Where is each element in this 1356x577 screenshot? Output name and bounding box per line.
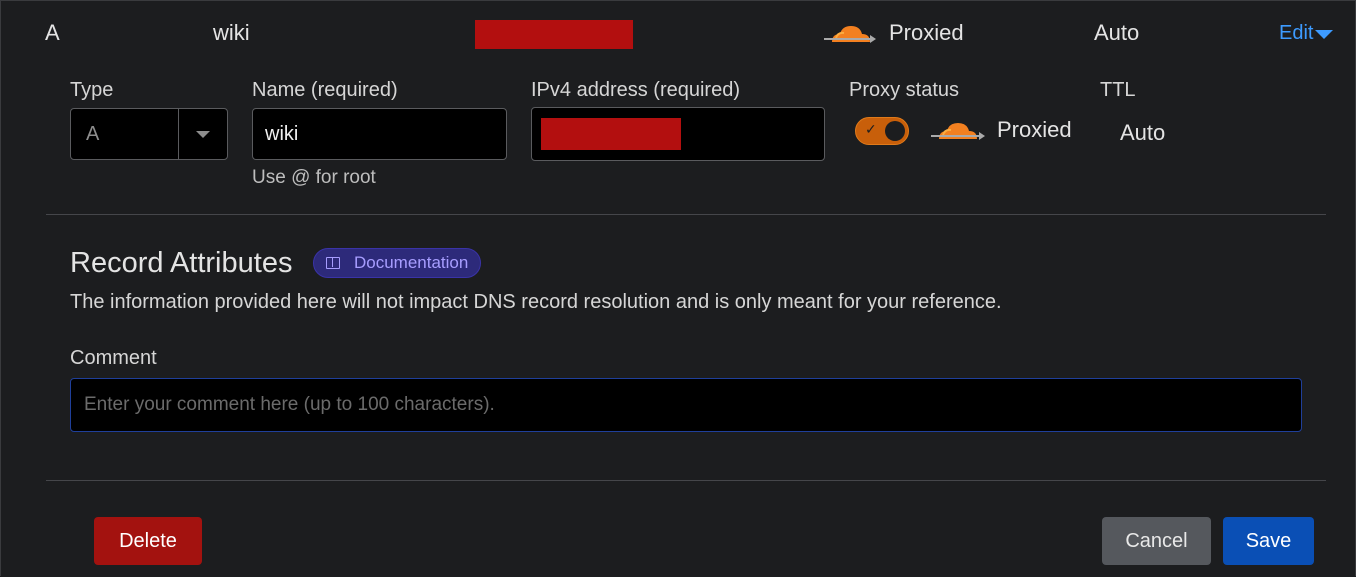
chevron-down-icon (1315, 30, 1334, 39)
ttl-label: TTL (1100, 79, 1136, 101)
check-icon: ✓ (865, 121, 877, 137)
toggle-knob (885, 121, 905, 141)
name-hint: Use @ for root (252, 167, 376, 188)
type-select[interactable]: A (70, 108, 228, 160)
type-select-value: A (86, 123, 100, 145)
comment-label: Comment (70, 347, 157, 369)
record-ttl: Auto (1094, 20, 1140, 45)
documentation-label: Documentation (354, 253, 469, 272)
record-type-cell: A (45, 20, 60, 45)
delete-button[interactable]: Delete (94, 517, 202, 565)
edit-toggle-link[interactable]: Edit (1279, 22, 1334, 45)
comment-input[interactable]: Enter your comment here (up to 100 chara… (70, 378, 1302, 432)
proxy-status-label: Proxy status (849, 79, 960, 101)
redacted-content-cell (475, 20, 633, 49)
name-label: Name (required) (252, 79, 398, 101)
cloudflare-cloud-icon (822, 20, 878, 48)
chevron-down-icon (196, 130, 210, 138)
divider (46, 214, 1326, 215)
name-input[interactable]: wiki (252, 108, 507, 160)
ipv4-label: IPv4 address (required) (531, 79, 740, 101)
save-button[interactable]: Save (1223, 517, 1314, 565)
edit-label: Edit (1279, 22, 1314, 44)
ttl-value: Auto (1120, 120, 1166, 145)
cloudflare-cloud-icon (929, 117, 987, 145)
record-name-cell: wiki (213, 20, 250, 45)
book-icon (326, 257, 340, 269)
ipv4-input[interactable] (531, 107, 825, 161)
record-attributes-title: Record Attributes (70, 247, 293, 279)
type-select-toggle[interactable] (178, 109, 227, 159)
attributes-description: The information provided here will not i… (70, 291, 1002, 313)
redacted-ip-value (541, 118, 681, 150)
cancel-button[interactable]: Cancel (1102, 517, 1211, 565)
proxy-toggle[interactable]: ✓ (855, 117, 909, 145)
documentation-link[interactable]: Documentation (313, 248, 482, 278)
divider (46, 480, 1326, 481)
type-label: Type (70, 79, 114, 101)
record-proxy-status: Proxied (889, 20, 964, 45)
proxy-status-value: Proxied (997, 117, 1072, 142)
